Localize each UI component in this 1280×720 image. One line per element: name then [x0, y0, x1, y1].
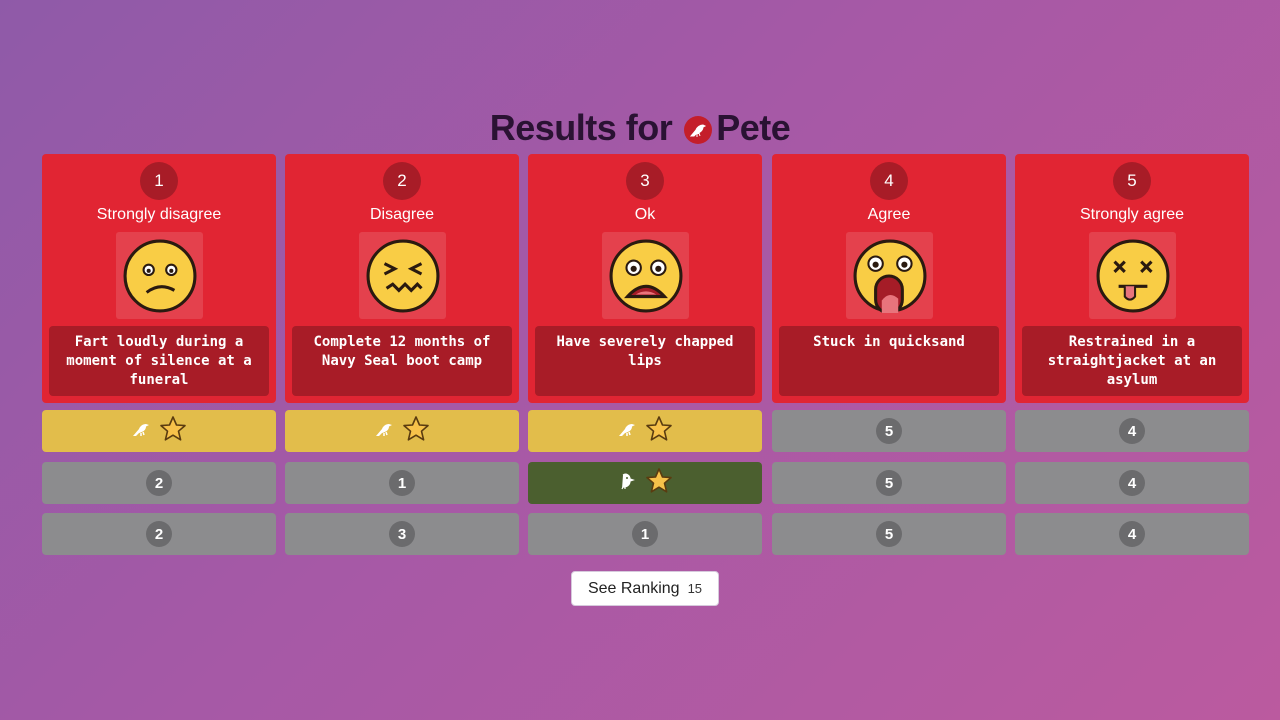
vote-cell: 2 [42, 462, 276, 504]
see-ranking-button[interactable]: See Ranking 15 [571, 571, 719, 606]
answer-number-badge: 4 [870, 162, 908, 200]
vote-number-badge: 5 [876, 470, 902, 496]
ranking-count: 15 [687, 581, 703, 596]
answer-card-4: 4 Agree Stuck in quicksand [772, 154, 1006, 403]
vote-cell: 5 [772, 462, 1006, 504]
star-icon [159, 415, 187, 448]
vote-cell: 1 [285, 462, 519, 504]
vote-number-badge: 1 [389, 470, 415, 496]
answer-number-badge: 3 [626, 162, 664, 200]
answer-label: Ok [634, 206, 656, 223]
answer-card-1: 1 Strongly disagree Fart loudly during a m… [42, 154, 276, 403]
bird-icon [131, 419, 151, 444]
vote-number-badge: 1 [632, 521, 658, 547]
answer-label: Strongly agree [1079, 206, 1185, 223]
bird-icon [684, 116, 713, 144]
vote-number-badge: 5 [876, 418, 902, 444]
vote-number-badge: 4 [1119, 521, 1145, 547]
answer-card-5: 5 Strongly agree Restrained in a straightj… [1015, 154, 1249, 403]
answer-label: Agree [867, 206, 911, 223]
scenario-text: Fart loudly during a moment of silence a… [49, 326, 269, 396]
dizzy-face-icon [1089, 232, 1176, 319]
player-guess-cell [285, 410, 519, 452]
scenario-text: Stuck in quicksand [779, 326, 999, 396]
answer-card-3: 3 Ok Have severely chapped lips [528, 154, 762, 403]
vote-cell: 5 [772, 513, 1006, 555]
title-player-name: Pete [716, 107, 791, 148]
bird-icon [617, 419, 637, 444]
vote-number-badge: 5 [876, 521, 902, 547]
confused-face-icon [116, 232, 203, 319]
bird-icon [374, 419, 394, 444]
scenario-text: Restrained in a straightjacket at an asy… [1022, 326, 1242, 396]
player-guess-cell [528, 410, 762, 452]
vote-number-badge: 2 [146, 470, 172, 496]
answer-number-badge: 1 [140, 162, 178, 200]
vote-cell: 4 [1015, 513, 1249, 555]
screaming-face-icon [846, 232, 933, 319]
grimace-face-icon [359, 232, 446, 319]
vote-number-badge: 4 [1119, 470, 1145, 496]
answer-card-2: 2 Disagree Complete 12 months of Navy Seal… [285, 154, 519, 403]
vote-cell: 1 [528, 513, 762, 555]
vote-cell: 5 [772, 410, 1006, 452]
star-icon [645, 415, 673, 448]
vote-cell: 4 [1015, 462, 1249, 504]
chick-icon [617, 471, 637, 496]
vote-number-badge: 3 [389, 521, 415, 547]
vote-cell: 3 [285, 513, 519, 555]
answer-label: Disagree [369, 206, 435, 223]
star-icon [402, 415, 430, 448]
title-prefix: Results for [489, 107, 673, 148]
answer-label: Strongly disagree [96, 206, 222, 223]
page-title: Results for Pete [0, 104, 1280, 152]
shocked-face-icon [602, 232, 689, 319]
vote-number-badge: 4 [1119, 418, 1145, 444]
vote-number-badge: 2 [146, 521, 172, 547]
vote-cell: 4 [1015, 410, 1249, 452]
scenario-text: Complete 12 months of Navy Seal boot cam… [292, 326, 512, 396]
see-ranking-label: See Ranking [587, 579, 680, 597]
scenario-text: Have severely chapped lips [535, 326, 755, 396]
answer-number-badge: 2 [383, 162, 421, 200]
answer-number-badge: 5 [1113, 162, 1151, 200]
star-icon [645, 467, 673, 500]
vote-cell: 2 [42, 513, 276, 555]
player-guess-cell [42, 410, 276, 452]
player-guess-cell [528, 462, 762, 504]
